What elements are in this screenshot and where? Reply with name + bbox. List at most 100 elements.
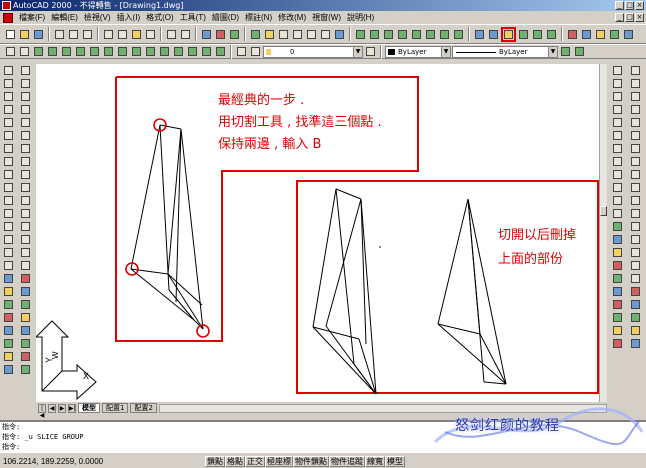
toolbar-tool-icon[interactable]: [611, 311, 624, 323]
baseline-dim-icon[interactable]: [611, 155, 624, 167]
preview-icon[interactable]: [67, 28, 80, 41]
snap-quadrant-icon[interactable]: [629, 168, 642, 180]
view-icon[interactable]: [74, 45, 87, 58]
horizontal-scrollbar[interactable]: [158, 403, 607, 413]
array-icon[interactable]: [19, 116, 32, 128]
spline-icon[interactable]: [2, 168, 15, 180]
make-block-icon[interactable]: [2, 207, 15, 219]
maximize-button[interactable]: □: [625, 1, 634, 10]
toolbar-tool-icon[interactable]: [2, 363, 15, 375]
solid-wedge-icon[interactable]: [410, 28, 423, 41]
extend-icon[interactable]: [19, 207, 32, 219]
snap-none-icon[interactable]: [629, 259, 642, 271]
diameter-dim-icon[interactable]: [611, 116, 624, 128]
iso-view-icon[interactable]: [200, 45, 213, 58]
construction-line-icon[interactable]: [2, 77, 15, 89]
revolve-icon[interactable]: [452, 28, 465, 41]
toolbar-tool-icon[interactable]: [19, 324, 32, 336]
flat-shaded-icon[interactable]: [130, 45, 143, 58]
minimize-button[interactable]: _: [615, 1, 624, 10]
snap-toggle[interactable]: 鎖點: [205, 456, 225, 467]
snap-perpendicular-icon[interactable]: [629, 194, 642, 206]
ucs-view-icon[interactable]: [214, 45, 227, 58]
rotate-icon[interactable]: [19, 142, 32, 154]
flat-edges-icon[interactable]: [158, 45, 171, 58]
toolbar-tool-icon[interactable]: [611, 298, 624, 310]
snap-settings-icon[interactable]: [629, 272, 642, 284]
layer-manager-icon[interactable]: [235, 45, 248, 58]
polyline-icon[interactable]: [2, 103, 15, 115]
menu-modify[interactable]: 修改(M): [275, 12, 309, 23]
offset-icon[interactable]: [19, 103, 32, 115]
doc-close-button[interactable]: ×: [635, 13, 644, 22]
snap-nearest-icon[interactable]: [629, 246, 642, 258]
polygon-icon[interactable]: [2, 116, 15, 128]
solid-torus-icon[interactable]: [424, 28, 437, 41]
stretch-icon[interactable]: [19, 168, 32, 180]
linetype-manager-icon[interactable]: [46, 45, 59, 58]
toolbar-tool-icon[interactable]: [2, 337, 15, 349]
redo-icon[interactable]: [179, 28, 192, 41]
zoom-previous-icon[interactable]: [319, 28, 332, 41]
properties-icon[interactable]: [263, 28, 276, 41]
setup-view-icon[interactable]: [517, 28, 530, 41]
toolbar-tool-icon[interactable]: [629, 324, 642, 336]
doc-minimize-button[interactable]: _: [615, 13, 624, 22]
toolbar-tool-icon[interactable]: [2, 350, 15, 362]
toolbar-tool-icon[interactable]: [2, 324, 15, 336]
snap-extension-icon[interactable]: [629, 142, 642, 154]
command-prompt[interactable]: 指令:: [2, 442, 646, 452]
zoom-realtime-icon[interactable]: [291, 28, 304, 41]
toolbar-tool-icon[interactable]: [19, 311, 32, 323]
line-icon[interactable]: [2, 64, 15, 76]
snap-midpoint-icon[interactable]: [629, 103, 642, 115]
light-icon[interactable]: [594, 28, 607, 41]
ordinate-dim-icon[interactable]: [611, 90, 624, 102]
aligned-dim-icon[interactable]: [611, 77, 624, 89]
break-icon[interactable]: [19, 220, 32, 232]
model-toggle[interactable]: 模型: [385, 456, 405, 467]
wireframe-icon[interactable]: [102, 45, 115, 58]
copy-object-icon[interactable]: [19, 77, 32, 89]
materials-icon[interactable]: [608, 28, 621, 41]
snap-temp-icon[interactable]: [629, 64, 642, 76]
hidden-icon[interactable]: [116, 45, 129, 58]
gouraud-icon[interactable]: [144, 45, 157, 58]
render-icon[interactable]: [566, 28, 579, 41]
menu-help[interactable]: 說明(H): [344, 12, 377, 23]
hyperlink-icon[interactable]: [200, 28, 213, 41]
match-properties-icon[interactable]: [144, 28, 157, 41]
osnap-toggle[interactable]: 物件鎖點: [293, 456, 329, 467]
toolbar-tool-icon[interactable]: [19, 337, 32, 349]
snap-parallel-icon[interactable]: [629, 207, 642, 219]
mirror-icon[interactable]: [19, 90, 32, 102]
snap-intersection-icon[interactable]: [629, 116, 642, 128]
toolbar-tool-icon[interactable]: [611, 324, 624, 336]
menu-insert[interactable]: 插入(I): [114, 12, 144, 23]
move-icon[interactable]: [19, 129, 32, 141]
erase-icon[interactable]: [19, 64, 32, 76]
multiline-icon[interactable]: [2, 90, 15, 102]
extrude-icon[interactable]: [438, 28, 451, 41]
menu-edit[interactable]: 編輯(E): [48, 12, 81, 23]
toolbar-tool-icon[interactable]: [2, 285, 15, 297]
toolbar-tool-icon[interactable]: [629, 311, 642, 323]
rectangle-icon[interactable]: [2, 129, 15, 141]
doc-restore-button[interactable]: □: [625, 13, 634, 22]
lengthen-icon[interactable]: [19, 181, 32, 193]
toolbar-tool-icon[interactable]: [19, 350, 32, 362]
open-icon[interactable]: [18, 28, 31, 41]
solid-cylinder-icon[interactable]: [382, 28, 395, 41]
tab-layout2[interactable]: 配置2: [130, 403, 157, 413]
ellipse-icon[interactable]: [2, 181, 15, 193]
snap-apparent-icon[interactable]: [629, 129, 642, 141]
menu-view[interactable]: 檢視(V): [81, 12, 114, 23]
polar-toggle[interactable]: 極座標: [265, 456, 293, 467]
layer-state-icon[interactable]: [249, 45, 262, 58]
last-tab-button[interactable]: ▶|: [68, 403, 76, 413]
spell-icon[interactable]: [81, 28, 94, 41]
setup-drawing-icon[interactable]: [531, 28, 544, 41]
toolbar-tool-icon[interactable]: [611, 337, 624, 349]
toolbar-tool-icon[interactable]: [2, 298, 15, 310]
interfere-icon[interactable]: [473, 28, 486, 41]
